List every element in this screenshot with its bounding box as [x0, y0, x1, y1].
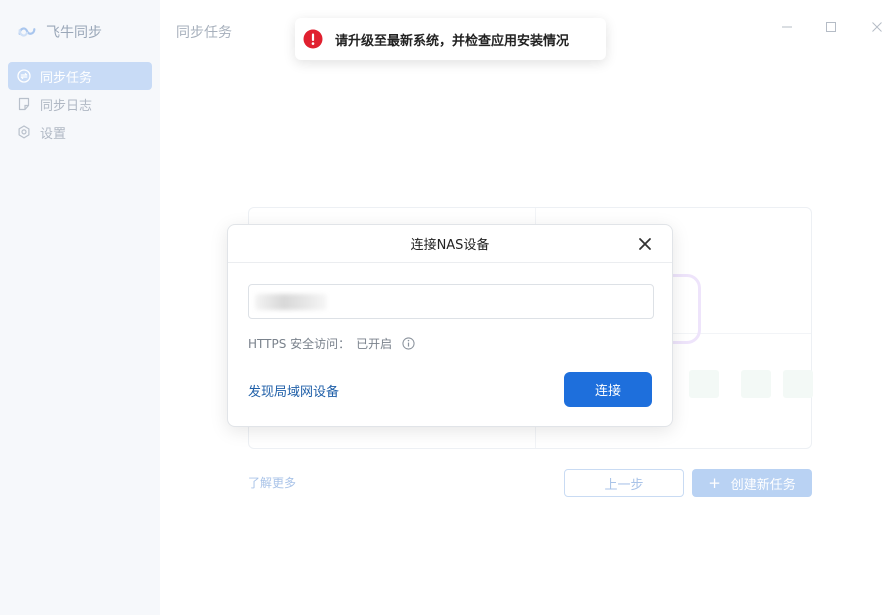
toast-message: 请升级至最新系统，并检查应用安装情况	[335, 33, 570, 49]
sidebar-item-label: 同步任务	[40, 70, 93, 86]
learn-more-link[interactable]: 了解更多	[248, 474, 296, 491]
placeholder-tile	[741, 370, 771, 398]
maximize-icon[interactable]	[824, 20, 838, 34]
nas-address-input[interactable]	[248, 284, 654, 319]
close-window-icon[interactable]	[870, 20, 884, 34]
https-status-row: HTTPS 安全访问： 已开启	[248, 335, 415, 352]
placeholder-tile	[783, 370, 813, 398]
connect-button[interactable]: 连接	[564, 372, 652, 407]
sidebar-item-sync-tasks[interactable]: 同步任务	[8, 62, 152, 90]
sidebar-item-sync-log[interactable]: 同步日志	[8, 90, 152, 118]
sidebar-nav: 同步任务 同步日志 设置	[8, 62, 152, 146]
https-value: 已开启	[356, 337, 393, 351]
app-name: 飞牛同步	[46, 25, 102, 41]
https-label: HTTPS 安全访问：	[248, 337, 351, 351]
sidebar: 飞牛同步 同步任务 同步日志 设置	[0, 0, 160, 615]
info-icon[interactable]	[402, 337, 415, 350]
app-brand: 飞牛同步	[16, 20, 102, 44]
previous-step-button[interactable]: 上一步	[564, 469, 684, 497]
plus-icon: +	[708, 473, 721, 492]
dialog-header: 连接NAS设备	[228, 225, 672, 263]
discover-lan-devices-link[interactable]: 发现局域网设备	[248, 381, 339, 400]
sidebar-item-label: 同步日志	[40, 98, 93, 114]
sync-icon	[17, 69, 31, 83]
close-icon[interactable]	[638, 237, 652, 251]
sidebar-item-settings[interactable]: 设置	[8, 118, 152, 146]
minimize-icon[interactable]	[780, 20, 794, 34]
create-task-button[interactable]: + 创建新任务	[692, 469, 812, 497]
log-icon	[18, 97, 30, 111]
app-logo-icon	[18, 27, 36, 37]
dialog-title: 连接NAS设备	[410, 238, 490, 253]
gear-icon	[18, 125, 30, 139]
placeholder-tile	[689, 370, 719, 398]
error-toast: 请升级至最新系统，并检查应用安装情况	[295, 18, 606, 60]
sidebar-item-label: 设置	[40, 126, 67, 142]
page-title: 同步任务	[176, 25, 232, 41]
connect-nas-dialog: 连接NAS设备 HTTPS 安全访问： 已开启 发现局域网设备 连接	[227, 224, 673, 427]
error-icon	[303, 29, 323, 49]
create-task-label: 创建新任务	[730, 477, 796, 493]
